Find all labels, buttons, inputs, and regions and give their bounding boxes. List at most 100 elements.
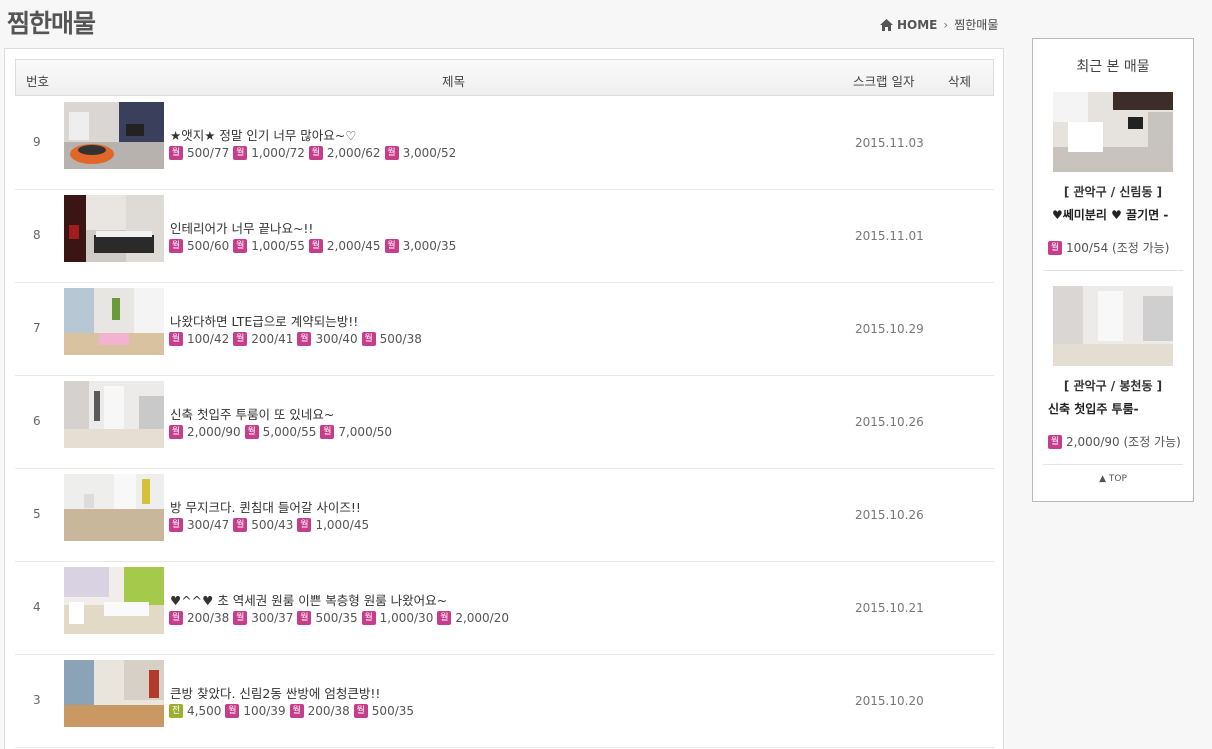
listing-title[interactable]: 큰방 찾았다. 신림2동 싼방에 엄청큰방!! bbox=[170, 683, 380, 702]
scrap-date: 2015.11.03 bbox=[855, 136, 924, 150]
row-number: 3 bbox=[33, 693, 41, 707]
favorites-panel: 번호 제목 스크랩 일자 삭제 9 ★앳지★ 정말 인기 너무 많아요~♡ 월5… bbox=[4, 48, 1004, 749]
row-number: 8 bbox=[33, 228, 41, 242]
price-item: 월 1,000/45 bbox=[297, 518, 369, 532]
monthly-rent-badge: 월 bbox=[233, 239, 248, 253]
price-value: 7,000/50 bbox=[338, 425, 393, 439]
scrap-date: 2015.11.01 bbox=[855, 229, 924, 243]
monthly-rent-badge: 월 bbox=[320, 425, 335, 439]
price-value: 1,000/72 bbox=[251, 146, 305, 160]
monthly-rent-badge: 월 bbox=[169, 425, 183, 439]
monthly-rent-badge: 월 bbox=[384, 146, 399, 160]
scrap-date: 2015.10.26 bbox=[855, 415, 924, 429]
price-list: 월 500/60 월 1,000/55 월 2,000/45 월 3,000/35 bbox=[169, 239, 456, 253]
price-item: 월 200/41 bbox=[233, 332, 293, 346]
price-value: 100/54 (조정 가능) bbox=[1066, 241, 1170, 255]
home-icon bbox=[880, 18, 893, 31]
price-value: 1,000/45 bbox=[315, 518, 370, 532]
listing-title[interactable]: ♥^^♥ 초 역세권 원룸 이쁜 복층형 원룸 나왔어요~ bbox=[170, 590, 447, 609]
recent-listing-region: [ 관악구 / 신림동 ] bbox=[1063, 185, 1163, 199]
price-item: 월 2,000/45 bbox=[308, 239, 381, 253]
listing-photo[interactable] bbox=[64, 567, 164, 634]
table-row[interactable]: 4 ♥^^♥ 초 역세권 원룸 이쁜 복층형 원룸 나왔어요~ 월 200/38 … bbox=[15, 562, 994, 655]
monthly-rent-badge: 월 bbox=[289, 704, 304, 718]
listing-title[interactable]: 방 무지크다. 퀸침대 들어갈 사이즈!! bbox=[170, 497, 361, 516]
monthly-rent-badge: 월 bbox=[308, 239, 323, 253]
divider bbox=[1043, 464, 1183, 465]
monthly-rent-badge: 월 bbox=[169, 239, 183, 253]
table-row[interactable]: 6 신축 첫입주 투룸이 또 있네요~ 월 2,000/90 월 5,000/55 … bbox=[15, 376, 994, 469]
monthly-rent-badge: 월 bbox=[353, 704, 368, 718]
price-value: 100/42 bbox=[187, 332, 230, 346]
price-value: 300/47 bbox=[187, 518, 230, 532]
price-item: 월 500/43 bbox=[233, 518, 293, 532]
column-header-delete: 삭제 bbox=[948, 74, 972, 89]
recent-listing-photo[interactable] bbox=[1053, 286, 1173, 366]
table-row[interactable]: 8 인테리어가 너무 끝나요~!! 월 500/60 월 1,000/55 월 2,0… bbox=[15, 190, 994, 283]
row-number: 7 bbox=[33, 321, 41, 335]
row-number: 4 bbox=[33, 600, 41, 614]
table-row[interactable]: 5 방 무지크다. 퀸침대 들어갈 사이즈!! 월 300/47 월 500/43 … bbox=[15, 469, 994, 562]
monthly-rent-badge: 월 bbox=[297, 332, 312, 346]
price-item: 월 2,000/62 bbox=[308, 146, 381, 160]
listing-photo[interactable] bbox=[64, 288, 164, 355]
listing-title[interactable]: 인테리어가 너무 끝나요~!! bbox=[170, 218, 313, 237]
row-number: 9 bbox=[33, 135, 41, 149]
scrap-date: 2015.10.20 bbox=[855, 694, 924, 708]
price-list: 월 2,000/90 월 5,000/55 월 7,000/50 bbox=[169, 425, 392, 439]
listing-photo[interactable] bbox=[64, 381, 164, 448]
monthly-rent-badge: 월 bbox=[169, 146, 183, 160]
recent-listing-photo[interactable] bbox=[1053, 92, 1173, 172]
price-value: 4,500 bbox=[187, 704, 222, 718]
breadcrumb-home-label: HOME bbox=[897, 17, 938, 32]
table-row[interactable]: 9 ★앳지★ 정말 인기 너무 많아요~♡ 월 500/77 월 1,000/72 … bbox=[15, 97, 994, 190]
price-value: 1,000/55 bbox=[251, 239, 305, 253]
recent-listing-price: 월 100/54 (조정 가능) bbox=[1048, 239, 1169, 256]
price-item: 월 2,000/20 bbox=[437, 611, 509, 625]
column-header-num: 번호 bbox=[26, 74, 50, 89]
price-item: 월 2,000/90 bbox=[169, 425, 241, 439]
monthly-rent-badge: 월 bbox=[1048, 240, 1062, 255]
monthly-rent-badge: 월 bbox=[308, 146, 323, 160]
listing-photo[interactable] bbox=[64, 102, 164, 169]
top-label: TOP bbox=[1108, 474, 1127, 484]
price-item: 월 1,000/30 bbox=[361, 611, 434, 625]
breadcrumb-current: 찜한매물 bbox=[954, 18, 999, 32]
price-value: 300/40 bbox=[315, 332, 358, 346]
scroll-top-link[interactable]: ▲ TOP bbox=[1033, 474, 1193, 484]
price-value: 100/39 bbox=[243, 704, 286, 718]
monthly-rent-badge: 월 bbox=[384, 239, 399, 253]
monthly-rent-badge: 월 bbox=[169, 518, 183, 532]
recently-viewed-panel: 최근 본 매물 [ 관악구 / 신림동 ] ♥쎄미분리 ♥ 끌기면 - 월 10… bbox=[1032, 38, 1194, 502]
table-row[interactable]: 7 나왔다하면 LTE급으로 계약되는방!! 월 100/42 월 200/41 월… bbox=[15, 283, 994, 376]
recent-listing-title[interactable]: 신축 첫입주 투룸- bbox=[1048, 400, 1139, 417]
monthly-rent-badge: 월 bbox=[297, 611, 312, 625]
breadcrumb-home[interactable]: HOME bbox=[880, 18, 937, 32]
price-value: 300/37 bbox=[251, 611, 294, 625]
price-item: 월 100/39 bbox=[225, 704, 286, 718]
price-item: 월 500/38 bbox=[361, 332, 422, 346]
price-value: 500/43 bbox=[251, 518, 294, 532]
listing-photo[interactable] bbox=[64, 660, 164, 727]
price-item: 월 500/35 bbox=[353, 704, 414, 718]
table-row[interactable]: 3 큰방 찾았다. 신림2동 싼방에 엄청큰방!! 전 4,500 월 100/39… bbox=[15, 655, 994, 748]
listing-title[interactable]: 신축 첫입주 투룸이 또 있네요~ bbox=[170, 404, 334, 423]
price-list: 월 300/47 월 500/43 월 1,000/45 bbox=[169, 518, 369, 532]
monthly-rent-badge: 월 bbox=[233, 146, 248, 160]
row-number: 5 bbox=[33, 507, 41, 521]
price-value: 1,000/30 bbox=[379, 611, 434, 625]
price-value: 5,000/55 bbox=[262, 425, 317, 439]
price-value: 2,000/90 (조정 가능) bbox=[1066, 435, 1181, 449]
row-number: 6 bbox=[33, 414, 41, 428]
monthly-rent-badge: 월 bbox=[361, 332, 376, 346]
listing-title[interactable]: 나왔다하면 LTE급으로 계약되는방!! bbox=[170, 311, 358, 330]
listing-photo[interactable] bbox=[64, 195, 164, 262]
price-value: 2,000/62 bbox=[326, 146, 381, 160]
price-item: 전 4,500 bbox=[169, 704, 221, 718]
recent-listing-title[interactable]: ♥쎄미분리 ♥ 끌기면 - bbox=[1052, 206, 1168, 223]
scrap-date: 2015.10.21 bbox=[855, 601, 924, 615]
price-item: 월 100/42 bbox=[169, 332, 229, 346]
listing-photo[interactable] bbox=[64, 474, 164, 541]
listing-title[interactable]: ★앳지★ 정말 인기 너무 많아요~♡ bbox=[170, 125, 357, 144]
price-value: 3,000/52 bbox=[402, 146, 457, 160]
